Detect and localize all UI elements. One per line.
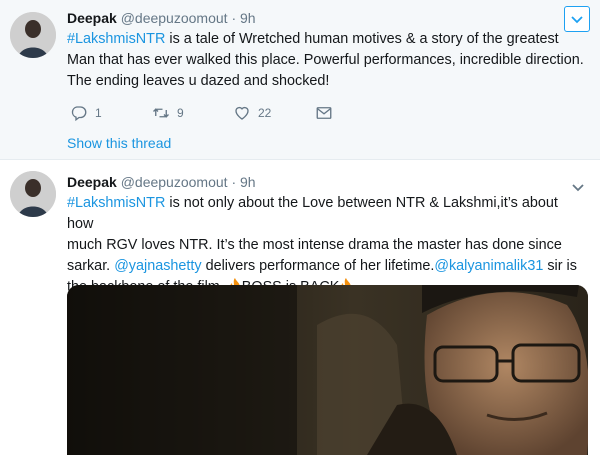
retweet-icon xyxy=(153,108,169,118)
direct-message-button[interactable] xyxy=(315,103,333,123)
hashtag-link[interactable]: #LakshmisNTR xyxy=(67,195,165,211)
tweet-header: Deepak @deepuzoomout · 9h xyxy=(67,10,256,26)
chevron-down-icon xyxy=(572,184,584,192)
author-handle[interactable]: @deepuzoomout xyxy=(121,174,228,190)
heart-icon xyxy=(235,106,249,120)
like-count: 22 xyxy=(258,106,272,120)
reply-icon xyxy=(71,106,87,122)
tweet-text-segment: Man that has ever walked this place. Pow… xyxy=(67,52,584,68)
separator: · xyxy=(231,10,237,26)
tweet-2[interactable]: Deepak @deepuzoomout · 9h #LakshmisNTR i… xyxy=(0,161,600,455)
timestamp[interactable]: 9h xyxy=(240,174,256,190)
timestamp[interactable]: 9h xyxy=(240,10,256,26)
tweet-text-segment: sir is xyxy=(543,258,577,274)
like-button[interactable]: 22 xyxy=(233,103,271,123)
retweet-count: 9 xyxy=(177,106,184,120)
reply-count: 1 xyxy=(95,106,102,120)
author-name[interactable]: Deepak xyxy=(67,10,117,26)
avatar[interactable] xyxy=(10,171,56,217)
author-name[interactable]: Deepak xyxy=(67,174,117,190)
tweet-text-segment: much RGV loves NTR. It’s the most intens… xyxy=(67,237,562,253)
tweet-text: #LakshmisNTR is not only about the Love … xyxy=(67,193,587,298)
mention-link[interactable]: @kalyanimalik31 xyxy=(434,258,543,274)
tweet-text-segment: The ending leaves u dazed and shocked! xyxy=(67,73,330,89)
reply-button[interactable]: 1 xyxy=(70,103,102,123)
envelope-icon xyxy=(316,107,332,119)
chevron-down-icon xyxy=(571,16,583,24)
tweet-header: Deepak @deepuzoomout · 9h xyxy=(67,174,256,190)
avatar[interactable] xyxy=(10,12,56,58)
tweet-text-segment: is a tale of Wretched human motives & a … xyxy=(165,31,559,47)
mention-link[interactable]: @yajnashetty xyxy=(114,258,201,274)
tweet-text-segment: delivers performance of her lifetime. xyxy=(201,258,435,274)
tweet-actions: 1 9 22 xyxy=(70,103,370,123)
tweet-text: #LakshmisNTR is a tale of Wretched human… xyxy=(67,29,587,92)
retweet-button[interactable]: 9 xyxy=(152,103,184,123)
tweet-media-image[interactable] xyxy=(67,285,588,455)
show-thread-link[interactable]: Show this thread xyxy=(67,135,171,151)
tweet-text-segment: sarkar. xyxy=(67,258,115,274)
author-handle[interactable]: @deepuzoomout xyxy=(121,10,228,26)
hashtag-link[interactable]: #LakshmisNTR xyxy=(67,31,165,47)
separator: · xyxy=(231,174,237,190)
tweet-1[interactable]: Deepak @deepuzoomout · 9h #LakshmisNTR i… xyxy=(0,0,600,160)
